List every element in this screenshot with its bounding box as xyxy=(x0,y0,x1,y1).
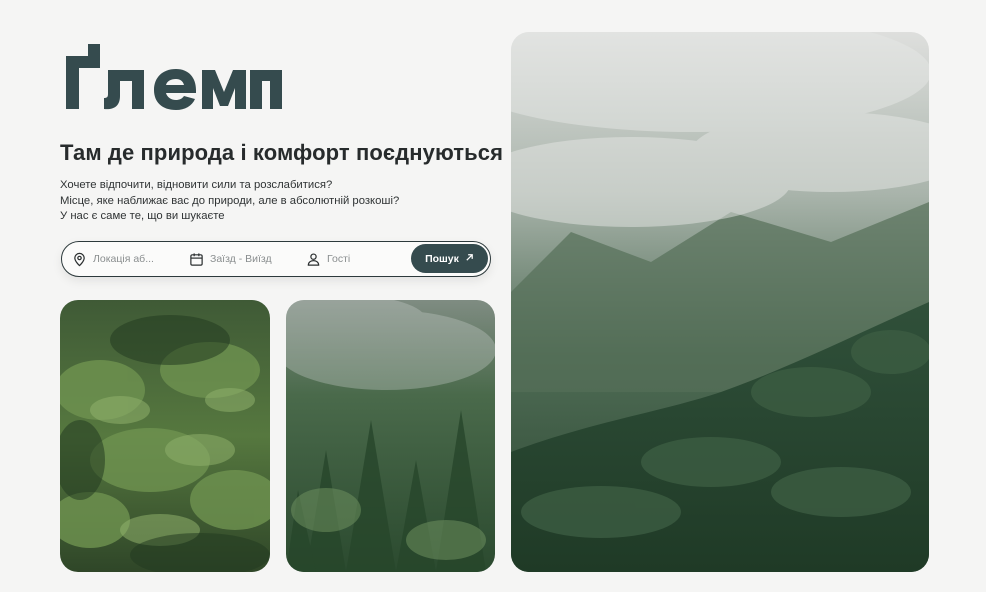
search-bar: Локація аб... Заїзд - Виїзд Гості Пошук xyxy=(61,241,491,277)
guests-input[interactable]: Гості xyxy=(306,242,406,276)
dates-placeholder: Заїзд - Виїзд xyxy=(210,253,272,265)
arrow-up-right-icon xyxy=(465,253,474,265)
misty-forest-photo xyxy=(286,300,495,572)
location-input[interactable]: Локація аб... xyxy=(72,242,177,276)
hero-headline: Там де природа і комфорт поєднуються xyxy=(60,140,504,165)
location-placeholder: Локація аб... xyxy=(93,253,154,265)
foggy-mountain-forest-photo xyxy=(511,32,929,572)
description-line: Місце, яке наближає вас до природи, але … xyxy=(60,194,400,207)
user-icon xyxy=(306,252,321,267)
forest-photo xyxy=(60,300,270,572)
hero-description: Хочете відпочити, відновити сили та розс… xyxy=(60,178,500,225)
brand-logo[interactable] xyxy=(64,40,284,112)
location-pin-icon xyxy=(72,252,87,267)
description-line: У нас є саме те, що ви шукаєте xyxy=(60,210,225,222)
dates-input[interactable]: Заїзд - Виїзд xyxy=(189,242,299,276)
calendar-icon xyxy=(189,252,204,267)
logo-wordmark xyxy=(66,44,282,110)
guests-placeholder: Гості xyxy=(327,253,351,265)
description-line: Хочете відпочити, відновити сили та розс… xyxy=(60,179,333,191)
search-button[interactable]: Пошук xyxy=(411,244,488,273)
search-button-label: Пошук xyxy=(425,252,459,265)
